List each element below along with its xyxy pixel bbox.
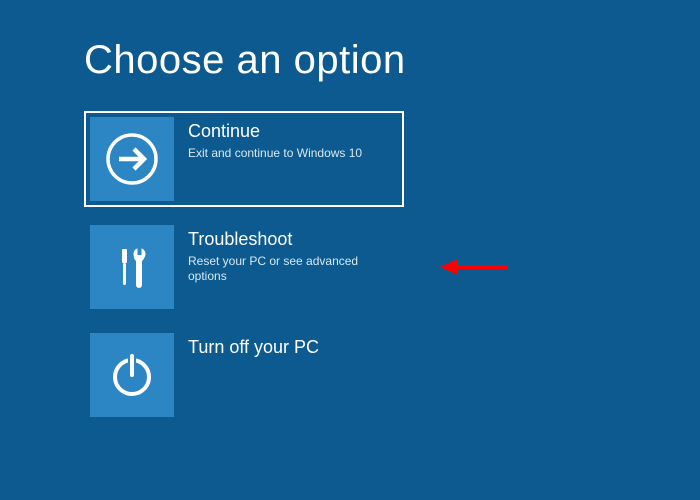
page-title: Choose an option <box>84 38 700 83</box>
option-text: Continue Exit and continue to Windows 10 <box>174 117 398 161</box>
option-title: Troubleshoot <box>188 229 398 251</box>
arrow-right-icon <box>90 117 174 201</box>
option-desc: Exit and continue to Windows 10 <box>188 146 398 162</box>
option-continue[interactable]: Continue Exit and continue to Windows 10 <box>84 111 404 207</box>
option-desc: Reset your PC or see advanced options <box>188 254 398 285</box>
option-title: Turn off your PC <box>188 337 398 359</box>
recovery-menu: Choose an option Continue Exit and conti… <box>0 0 700 423</box>
option-text: Troubleshoot Reset your PC or see advanc… <box>174 225 398 285</box>
option-title: Continue <box>188 121 398 143</box>
red-arrow-annotation <box>440 255 510 284</box>
option-text: Turn off your PC <box>174 333 398 362</box>
option-turn-off[interactable]: Turn off your PC <box>84 327 404 423</box>
option-troubleshoot[interactable]: Troubleshoot Reset your PC or see advanc… <box>84 219 404 315</box>
tools-icon <box>90 225 174 309</box>
power-icon <box>90 333 174 417</box>
